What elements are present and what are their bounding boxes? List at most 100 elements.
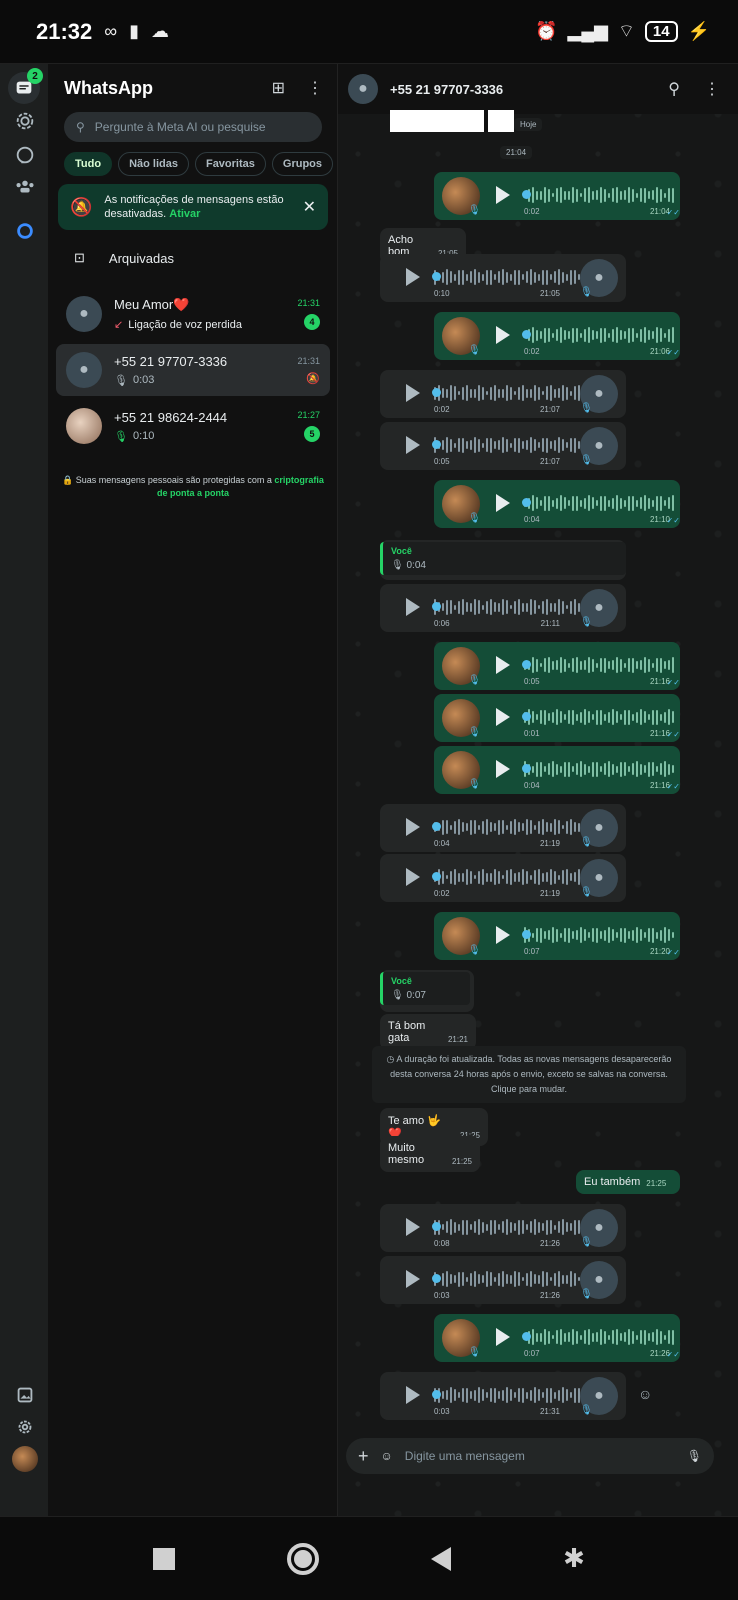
status-icon[interactable] [12, 108, 38, 134]
progress-dot[interactable] [522, 498, 531, 507]
outgoing-voice-message[interactable]: 🎙 0:02 21:06 ✓✓ [434, 312, 680, 360]
progress-dot[interactable] [432, 1222, 441, 1231]
incoming-text-message[interactable]: Muito mesmo 21:25 [380, 1136, 480, 1172]
chat-preview: 0:10 [132, 430, 155, 442]
quoted-reply-bubble[interactable]: Você 🎙 0:04 [380, 540, 626, 580]
system-message[interactable]: ◷ A duração foi atualizada. Todas as nov… [372, 1046, 686, 1103]
recents-button[interactable] [153, 1547, 176, 1570]
mic-icon[interactable]: 🎙 [687, 1449, 702, 1463]
incoming-voice-message[interactable]: 0:08 21:26 ● 🎙 [380, 1204, 626, 1252]
play-icon[interactable] [406, 436, 420, 454]
incoming-voice-message[interactable]: 0:10 21:05 ● 🎙 [380, 254, 626, 302]
quoted-message[interactable]: Você 🎙 0:07 [380, 972, 470, 1005]
quoted-reply-bubble[interactable]: Você 🎙 0:07 [380, 970, 474, 1012]
message-composer[interactable]: + ☺ Digite uma mensagem 🎙 [346, 1438, 714, 1474]
outgoing-voice-message[interactable]: 🎙 0:05 21:16 ✓✓ [434, 642, 680, 690]
settings-icon[interactable] [12, 1414, 38, 1440]
outgoing-voice-message[interactable]: 🎙 0:07 21:20 ✓✓ [434, 912, 680, 960]
progress-dot[interactable] [522, 330, 531, 339]
chip-favorites[interactable]: Favoritas [194, 152, 266, 176]
incoming-voice-message[interactable]: 0:03 21:31 ● 🎙 [380, 1372, 626, 1420]
close-icon[interactable]: ✕ [303, 197, 316, 217]
chip-unread[interactable]: Não lidas [118, 152, 189, 176]
outgoing-voice-message[interactable]: 🎙 0:04 21:16 ✓✓ [434, 746, 680, 794]
quoted-message[interactable]: Você 🎙 0:04 [380, 542, 626, 575]
outgoing-voice-message[interactable]: 🎙 0:02 21:04 ✓✓ [434, 172, 680, 220]
accessibility-icon[interactable]: ✱ [563, 1543, 585, 1574]
play-icon[interactable] [496, 494, 510, 512]
message-input[interactable]: Digite uma mensagem [405, 1449, 675, 1463]
chip-all[interactable]: Tudo [64, 152, 113, 176]
search-icon[interactable]: ⚲ [668, 79, 680, 99]
play-icon[interactable] [496, 1328, 510, 1346]
incoming-voice-message[interactable]: 0:04 21:19 ● 🎙 [380, 804, 626, 852]
communities-icon[interactable] [12, 174, 38, 200]
progress-dot[interactable] [432, 822, 441, 831]
waveform-bar [450, 1219, 452, 1235]
contact-avatar[interactable]: ● [348, 74, 378, 104]
play-icon[interactable] [496, 656, 510, 674]
waveform-bar [446, 269, 448, 285]
outgoing-text-message[interactable]: Eu também 21:25 [576, 1170, 680, 1194]
plus-icon[interactable]: + [358, 1446, 369, 1467]
play-icon[interactable] [406, 1218, 420, 1236]
progress-dot[interactable] [432, 272, 441, 281]
play-icon[interactable] [406, 818, 420, 836]
progress-dot[interactable] [522, 1332, 531, 1341]
home-button[interactable] [287, 1542, 320, 1575]
progress-dot[interactable] [522, 660, 531, 669]
outgoing-voice-message[interactable]: 🎙 0:01 21:16 ✓✓ [434, 694, 680, 742]
media-icon[interactable] [12, 1382, 38, 1408]
chat-row[interactable]: ● +55 21 97707-3336 🎙 0:03 21:31 🔕 [56, 344, 330, 396]
play-icon[interactable] [406, 384, 420, 402]
mic-icon: 🎙 [580, 1405, 593, 1416]
new-chat-icon[interactable]: ⊞ [272, 78, 285, 98]
chat-row[interactable]: +55 21 98624-2444 🎙 0:10 21:27 5 [56, 400, 330, 452]
waveform-bar [502, 599, 504, 615]
sticker-icon[interactable]: ☺ [381, 1449, 393, 1463]
play-icon[interactable] [406, 1270, 420, 1288]
contact-name[interactable]: +55 21 97707-3336 [390, 82, 503, 97]
chip-groups[interactable]: Grupos [271, 152, 334, 176]
play-icon[interactable] [406, 268, 420, 286]
chat-row[interactable]: ● Meu Amor❤️ ↙ Ligação de voz perdida 21:… [56, 288, 330, 340]
progress-dot[interactable] [432, 440, 441, 449]
progress-dot[interactable] [522, 190, 531, 199]
menu-icon[interactable]: ⋮ [307, 78, 323, 98]
progress-dot[interactable] [522, 764, 531, 773]
play-icon[interactable] [496, 760, 510, 778]
meta-ai-icon[interactable] [12, 218, 38, 244]
progress-dot[interactable] [432, 388, 441, 397]
waveform-bar [534, 870, 536, 884]
incoming-voice-message[interactable]: 0:05 21:07 ● 🎙 [380, 422, 626, 470]
incoming-voice-message[interactable]: 0:02 21:07 ● 🎙 [380, 370, 626, 418]
play-icon[interactable] [406, 868, 420, 886]
back-button[interactable] [431, 1546, 452, 1571]
play-icon[interactable] [496, 326, 510, 344]
waveform-bar [660, 763, 662, 775]
outgoing-voice-message[interactable]: 🎙 0:04 21:10 ✓✓ [434, 480, 680, 528]
outgoing-voice-message[interactable]: 🎙 0:07 21:26 ✓✓ [434, 1314, 680, 1362]
incoming-voice-message[interactable]: 0:03 21:26 ● 🎙 [380, 1256, 626, 1304]
progress-dot[interactable] [432, 872, 441, 881]
incoming-voice-message[interactable]: 0:02 21:19 ● 🎙 [380, 854, 626, 902]
progress-dot[interactable] [432, 602, 441, 611]
play-icon[interactable] [406, 598, 420, 616]
profile-avatar[interactable] [12, 1446, 38, 1472]
channels-icon[interactable] [12, 142, 38, 168]
progress-dot[interactable] [522, 930, 531, 939]
play-icon[interactable] [496, 708, 510, 726]
archived-row[interactable]: ⊡ Arquivadas [48, 240, 338, 276]
play-icon[interactable] [496, 186, 510, 204]
incoming-voice-message[interactable]: 0:06 21:11 ● 🎙 [380, 584, 626, 632]
progress-dot[interactable] [522, 712, 531, 721]
play-icon[interactable] [496, 926, 510, 944]
play-icon[interactable] [406, 1386, 420, 1404]
progress-dot[interactable] [432, 1390, 441, 1399]
menu-icon[interactable]: ⋮ [704, 79, 720, 99]
incoming-text-message[interactable]: Tá bom gata 21:21 [380, 1014, 476, 1050]
activate-link[interactable]: Ativar [169, 208, 200, 220]
search-input[interactable]: ⚲ Pergunte à Meta AI ou pesquise [64, 112, 322, 142]
emoji-react-icon[interactable]: ☺ [638, 1386, 652, 1402]
progress-dot[interactable] [432, 1274, 441, 1283]
